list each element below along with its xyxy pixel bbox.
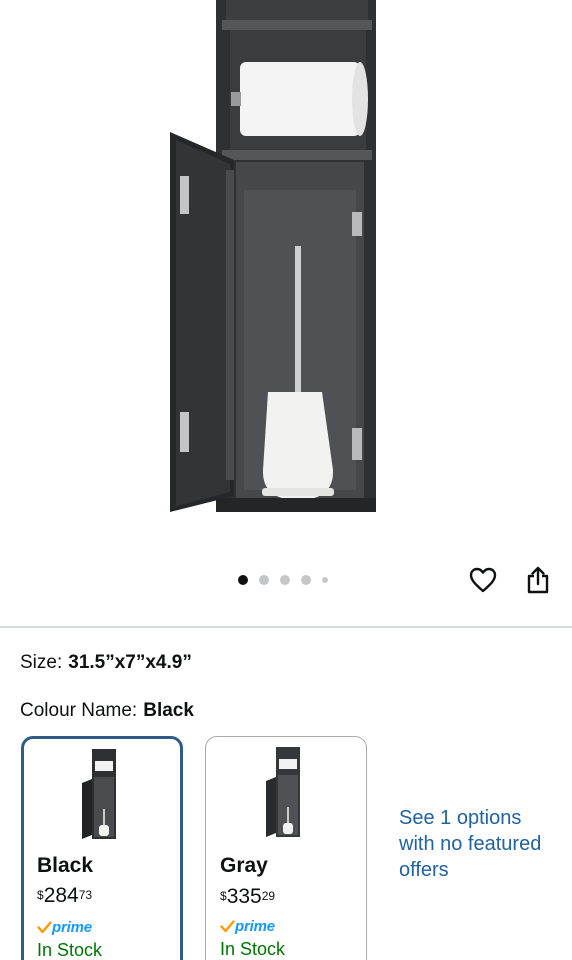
prime-label: prime bbox=[235, 918, 275, 935]
swatch-price: $33529 bbox=[220, 885, 275, 909]
prime-check-icon bbox=[37, 921, 52, 934]
price-symbol: $ bbox=[37, 888, 44, 902]
carousel-dot-5[interactable] bbox=[322, 577, 328, 583]
size-value: 31.5”x7”x4.9” bbox=[68, 652, 192, 673]
see-other-options-link[interactable]: See 1 options with no featured offers bbox=[399, 805, 559, 883]
stock-status: In Stock bbox=[37, 940, 103, 960]
prime-label: prime bbox=[52, 919, 92, 936]
product-image-carousel[interactable] bbox=[0, 0, 572, 560]
price-whole: 335 bbox=[226, 885, 262, 908]
carousel-dot-2[interactable] bbox=[259, 575, 269, 585]
swatch-card-gray[interactable]: Gray $33529 prime In Stock bbox=[205, 736, 367, 960]
heart-icon[interactable] bbox=[467, 564, 499, 596]
size-label: Size: bbox=[20, 652, 63, 673]
prime-check-icon bbox=[220, 920, 235, 933]
swatch-name: Black bbox=[37, 854, 94, 877]
section-divider bbox=[0, 626, 572, 628]
colour-label: Colour Name: bbox=[20, 700, 138, 721]
carousel-dot-3[interactable] bbox=[280, 575, 290, 585]
product-image bbox=[170, 0, 376, 512]
colour-value: Black bbox=[143, 700, 194, 721]
price-fraction: 29 bbox=[261, 889, 276, 903]
carousel-dot-1[interactable] bbox=[238, 575, 248, 585]
share-icon[interactable] bbox=[522, 564, 554, 596]
price-fraction: 73 bbox=[78, 888, 93, 902]
swatch-thumbnail bbox=[266, 747, 300, 837]
carousel-dots bbox=[238, 574, 328, 586]
colour-selector: Colour Name: Black bbox=[20, 699, 194, 723]
swatch-card-black[interactable]: Black $28473 prime In Stock bbox=[21, 736, 183, 960]
carousel-dot-4[interactable] bbox=[301, 575, 311, 585]
stock-status: In Stock bbox=[220, 939, 286, 959]
swatch-thumbnail bbox=[82, 749, 116, 839]
price-symbol: $ bbox=[220, 889, 227, 903]
prime-badge: prime bbox=[220, 918, 275, 935]
size-selector: Size: 31.5”x7”x4.9” bbox=[20, 651, 192, 675]
prime-badge: prime bbox=[37, 919, 92, 936]
swatch-name: Gray bbox=[220, 854, 268, 877]
swatch-price: $28473 bbox=[37, 884, 92, 908]
price-whole: 284 bbox=[43, 884, 79, 907]
